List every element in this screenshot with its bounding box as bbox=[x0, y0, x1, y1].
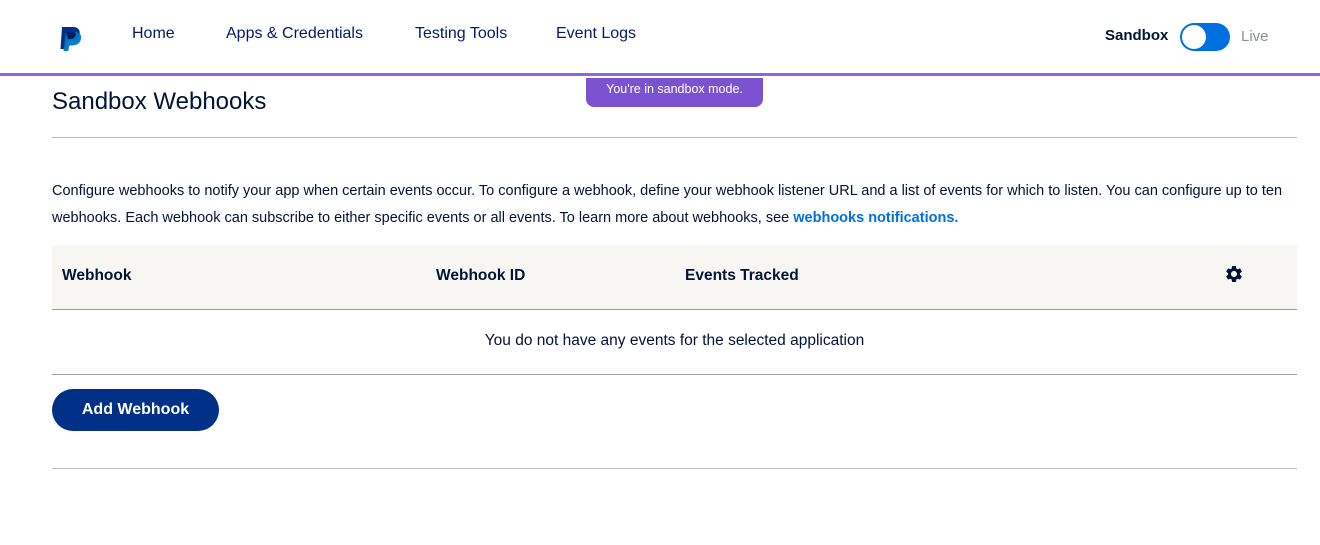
table-header: Webhook Webhook ID Events Tracked bbox=[52, 245, 1297, 310]
nav-event-logs[interactable]: Event Logs bbox=[556, 24, 636, 44]
gear-icon[interactable] bbox=[1224, 264, 1244, 284]
page-description: Configure webhooks to notify your app wh… bbox=[52, 178, 1297, 232]
empty-message: You do not have any events for the selec… bbox=[484, 332, 865, 349]
paypal-logo-icon[interactable] bbox=[56, 24, 84, 52]
divider bbox=[52, 468, 1297, 469]
nav-apps-credentials[interactable]: Apps & Credentials bbox=[226, 24, 363, 44]
column-header-webhook: Webhook bbox=[62, 267, 132, 284]
sandbox-label: Sandbox bbox=[1105, 27, 1169, 44]
top-navigation: Home Apps & Credentials Testing Tools Ev… bbox=[0, 0, 1320, 76]
webhooks-table: Webhook Webhook ID Events Tracked You do… bbox=[52, 245, 1297, 375]
table-empty-row: You do not have any events for the selec… bbox=[52, 310, 1297, 375]
live-label: Live bbox=[1241, 28, 1269, 45]
description-text: Configure webhooks to notify your app wh… bbox=[52, 183, 1283, 226]
webhooks-notifications-link[interactable]: webhooks notifications. bbox=[793, 210, 958, 226]
page-title: Sandbox Webhooks bbox=[52, 88, 267, 115]
add-webhook-button[interactable]: Add Webhook bbox=[52, 389, 219, 431]
divider bbox=[52, 137, 1297, 138]
nav-testing-tools[interactable]: Testing Tools bbox=[415, 24, 507, 44]
column-header-events-tracked: Events Tracked bbox=[685, 267, 799, 284]
sandbox-mode-banner: You're in sandbox mode. bbox=[586, 78, 763, 107]
environment-toggle[interactable] bbox=[1180, 23, 1230, 51]
toggle-knob bbox=[1182, 25, 1206, 49]
column-header-webhook-id: Webhook ID bbox=[436, 267, 526, 284]
nav-home[interactable]: Home bbox=[132, 24, 175, 44]
